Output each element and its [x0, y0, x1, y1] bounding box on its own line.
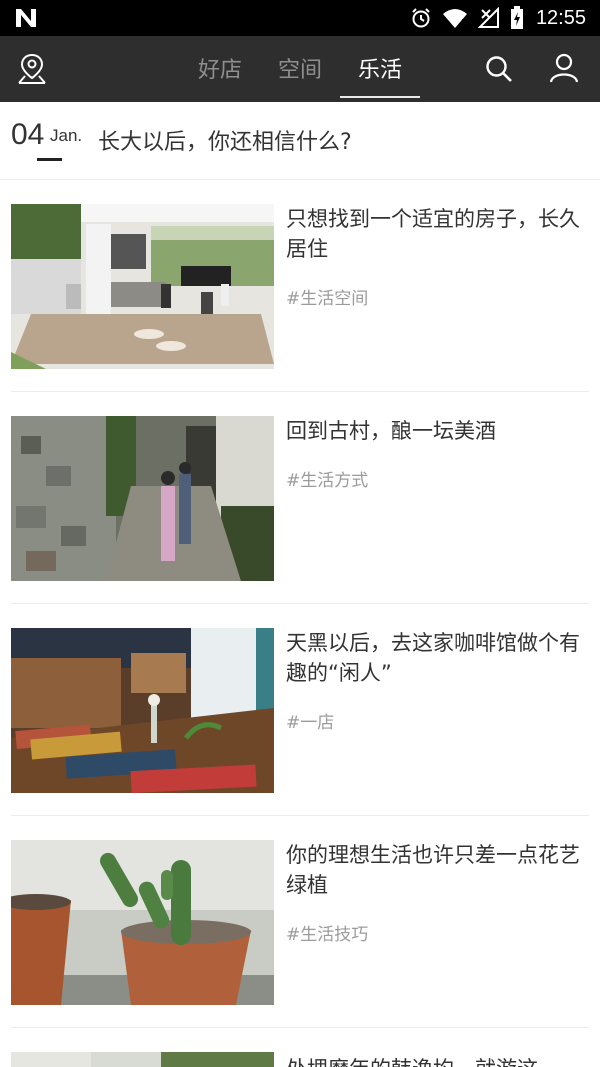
- article-thumbnail[interactable]: [11, 416, 274, 581]
- article-tag[interactable]: #生活空间: [286, 284, 368, 309]
- article-card[interactable]: 处埋磨年的韩逸均，就游这: [0, 1028, 600, 1067]
- article-title[interactable]: 处埋磨年的韩逸均，就游这: [286, 1054, 586, 1067]
- tab-space[interactable]: 空间: [260, 52, 340, 84]
- battery-icon: [510, 6, 523, 29]
- status-bar: 12:55: [0, 0, 600, 36]
- date-header: 04 Jan. 长大以后，你还相信什么?: [0, 102, 600, 180]
- article-card[interactable]: 回到古村，酿一坛美酒 #生活方式: [0, 392, 600, 604]
- article-title[interactable]: 天黑以后，去这家咖啡馆做个有趣的“闲人”: [286, 628, 586, 688]
- alarm-icon: [412, 8, 430, 28]
- date-month: Jan.: [50, 126, 83, 145]
- date-underline: [37, 158, 62, 161]
- tab-lifestyle[interactable]: 乐活: [340, 52, 420, 84]
- article-title[interactable]: 你的理想生活也许只差一点花艺绿植: [286, 840, 586, 900]
- tab-good-shops[interactable]: 好店: [180, 52, 260, 84]
- user-icon[interactable]: [548, 52, 580, 84]
- article-card[interactable]: 只想找到一个适宜的房子，长久居住 #生活空间: [0, 180, 600, 392]
- article-tag[interactable]: #一店: [286, 708, 334, 733]
- article-title[interactable]: 只想找到一个适宜的房子，长久居住: [286, 204, 586, 264]
- article-thumbnail[interactable]: [11, 840, 274, 1005]
- article-tag[interactable]: #生活方式: [286, 466, 368, 491]
- notification-n-icon: [16, 9, 36, 27]
- article-card[interactable]: 天黑以后，去这家咖啡馆做个有趣的“闲人” #一店: [0, 604, 600, 816]
- date-day: 04: [11, 118, 45, 151]
- page-title: 长大以后，你还相信什么?: [98, 130, 352, 155]
- article-thumbnail[interactable]: [11, 628, 274, 793]
- article-card[interactable]: 你的理想生活也许只差一点花艺绿植 #生活技巧: [0, 816, 600, 1028]
- article-title[interactable]: 回到古村，酿一坛美酒: [286, 416, 586, 446]
- article-thumbnail[interactable]: [11, 1052, 274, 1067]
- article-tag[interactable]: #生活技巧: [286, 920, 368, 945]
- signal-icon: [477, 7, 499, 28]
- clock-time: 12:55: [535, 6, 586, 29]
- article-thumbnail[interactable]: [11, 204, 274, 369]
- active-tab-indicator: [340, 96, 420, 98]
- wifi-icon: [442, 9, 467, 28]
- search-icon[interactable]: [484, 54, 514, 84]
